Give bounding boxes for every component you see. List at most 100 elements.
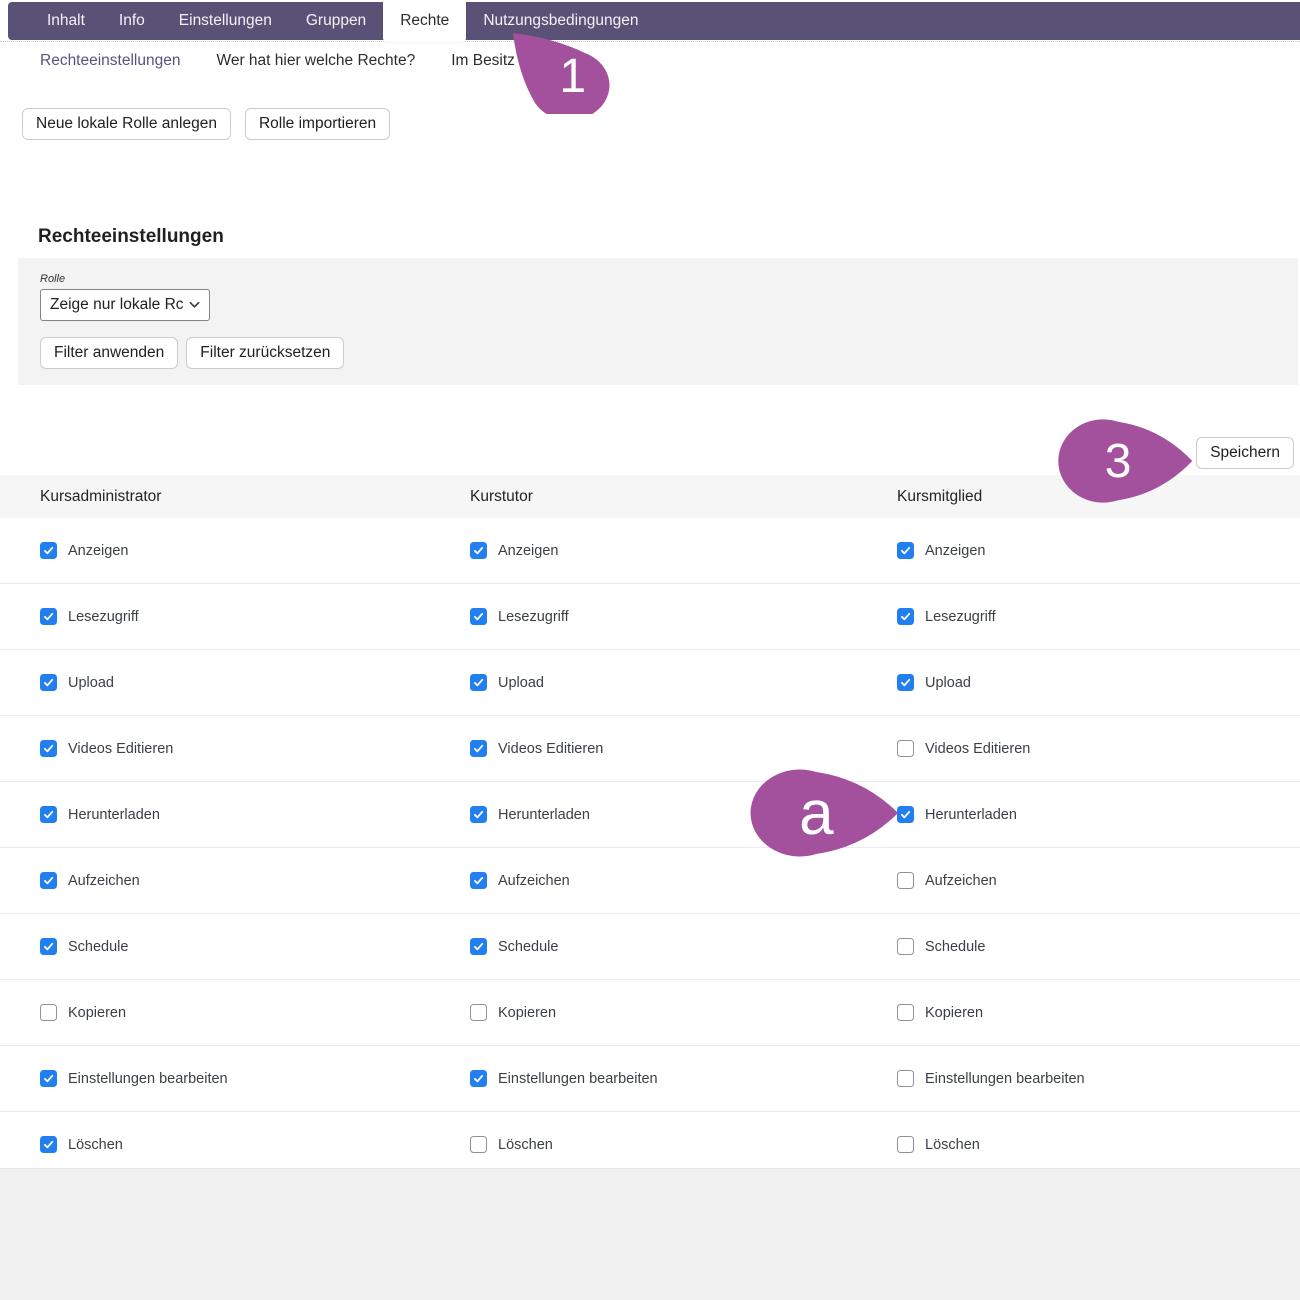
permission-label: Löschen [498, 1137, 553, 1153]
permission-cell: Upload [857, 674, 1300, 691]
checkbox-unchecked-icon[interactable] [897, 1004, 914, 1021]
permission-label: Löschen [68, 1137, 123, 1153]
checkbox-checked-icon[interactable] [897, 608, 914, 625]
permission-cell: Löschen [430, 1136, 857, 1153]
permission-label: Schedule [68, 939, 128, 955]
checkbox-checked-icon[interactable] [40, 1070, 57, 1087]
checkbox-checked-icon[interactable] [470, 872, 487, 889]
checkbox-checked-icon[interactable] [470, 740, 487, 757]
checkbox-checked-icon[interactable] [470, 608, 487, 625]
permission-cell: Anzeigen [430, 542, 857, 559]
permission-label: Upload [68, 675, 114, 691]
checkbox-checked-icon[interactable] [40, 740, 57, 757]
nav-tab-info[interactable]: Info [102, 2, 162, 40]
permission-cell: Kopieren [857, 1004, 1300, 1021]
permission-label: Einstellungen bearbeiten [498, 1071, 658, 1087]
save-button[interactable]: Speichern [1196, 437, 1294, 469]
checkbox-unchecked-icon[interactable] [470, 1004, 487, 1021]
permission-label: Löschen [925, 1137, 980, 1153]
checkbox-checked-icon[interactable] [897, 542, 914, 559]
permission-cell: Schedule [0, 938, 430, 955]
permission-label: Lesezugriff [68, 609, 139, 625]
permission-label: Upload [498, 675, 544, 691]
checkbox-checked-icon[interactable] [470, 542, 487, 559]
role-select[interactable]: Zeige nur lokale Rc [40, 289, 210, 321]
permission-label: Herunterladen [925, 807, 1017, 823]
checkbox-checked-icon[interactable] [470, 674, 487, 691]
permissions-column-header: Kurstutor [430, 488, 857, 506]
permission-cell: Einstellungen bearbeiten [857, 1070, 1300, 1087]
subnav-link[interactable]: Im Besitz [451, 52, 515, 70]
permission-label: Herunterladen [498, 807, 590, 823]
permission-cell: Herunterladen [0, 806, 430, 823]
nav-tab-rechte[interactable]: Rechte [383, 0, 466, 42]
checkbox-checked-icon[interactable] [40, 608, 57, 625]
checkbox-checked-icon[interactable] [40, 806, 57, 823]
checkbox-checked-icon[interactable] [470, 938, 487, 955]
permission-label: Aufzeichen [925, 873, 997, 889]
checkbox-checked-icon[interactable] [40, 542, 57, 559]
navbar-divider [0, 41, 1300, 42]
permission-row: Einstellungen bearbeiten Einstellungen be… [0, 1046, 1300, 1112]
permission-cell: Anzeigen [857, 542, 1300, 559]
import-role-button[interactable]: Rolle importieren [245, 108, 390, 140]
subnav-link[interactable]: Rechteeinstellungen [40, 52, 180, 70]
permission-label: Kopieren [498, 1005, 556, 1021]
filter-buttons: Filter anwenden Filter zurücksetzen [40, 337, 1298, 369]
permission-label: Aufzeichen [68, 873, 140, 889]
sub-navigation: Rechteeinstellungen Wer hat hier welche R… [40, 52, 515, 70]
checkbox-unchecked-icon[interactable] [897, 872, 914, 889]
permission-cell: Kopieren [430, 1004, 857, 1021]
checkbox-checked-icon[interactable] [40, 872, 57, 889]
checkbox-unchecked-icon[interactable] [470, 1136, 487, 1153]
permission-label: Schedule [498, 939, 558, 955]
nav-tab-nutzungsbedingungen[interactable]: Nutzungsbedingungen [466, 2, 655, 40]
checkbox-checked-icon[interactable] [40, 1136, 57, 1153]
permission-cell: Videos Editieren [0, 740, 430, 757]
checkbox-unchecked-icon[interactable] [897, 938, 914, 955]
permission-cell: Kopieren [0, 1004, 430, 1021]
checkbox-checked-icon[interactable] [470, 806, 487, 823]
checkbox-checked-icon[interactable] [897, 806, 914, 823]
permission-row: Kopieren Kopieren Kopieren [0, 980, 1300, 1046]
checkbox-checked-icon[interactable] [40, 674, 57, 691]
annotation-balloon-1: 1 [510, 30, 622, 114]
role-filter-label: Rolle [40, 273, 1298, 285]
permission-cell: Einstellungen bearbeiten [0, 1070, 430, 1087]
filter-reset-button[interactable]: Filter zurücksetzen [186, 337, 344, 369]
nav-tab-einstellungen[interactable]: Einstellungen [162, 2, 289, 40]
permission-row: Aufzeichen Aufzeichen Aufzeichen [0, 848, 1300, 914]
new-local-role-button[interactable]: Neue lokale Rolle anlegen [22, 108, 231, 140]
checkbox-unchecked-icon[interactable] [897, 1136, 914, 1153]
page-title: Rechteeinstellungen [38, 226, 224, 248]
permission-label: Videos Editieren [68, 741, 173, 757]
chevron-down-icon [189, 301, 200, 309]
permission-label: Kopieren [68, 1005, 126, 1021]
permission-label: Videos Editieren [925, 741, 1030, 757]
permission-row: Herunterladen Herunterladen Herunterladen [0, 782, 1300, 848]
permission-cell: Anzeigen [0, 542, 430, 559]
annotation-step-number: 1 [535, 41, 611, 112]
nav-tab-inhalt[interactable]: Inhalt [30, 2, 102, 40]
permission-label: Upload [925, 675, 971, 691]
permissions-header-row: KursadministratorKurstutorKursmitglied [0, 475, 1300, 519]
permission-cell: Videos Editieren [430, 740, 857, 757]
permission-cell: Upload [430, 674, 857, 691]
filter-apply-button[interactable]: Filter anwenden [40, 337, 178, 369]
nav-tab-gruppen[interactable]: Gruppen [289, 2, 383, 40]
permission-cell: Löschen [0, 1136, 430, 1153]
checkbox-checked-icon[interactable] [897, 674, 914, 691]
role-select-value: Zeige nur lokale Rc [50, 296, 184, 314]
checkbox-checked-icon[interactable] [40, 938, 57, 955]
footer-background [0, 1168, 1300, 1300]
permission-label: Einstellungen bearbeiten [68, 1071, 228, 1087]
permission-cell: Lesezugriff [857, 608, 1300, 625]
checkbox-unchecked-icon[interactable] [897, 1070, 914, 1087]
checkbox-unchecked-icon[interactable] [897, 740, 914, 757]
checkbox-checked-icon[interactable] [470, 1070, 487, 1087]
permission-label: Aufzeichen [498, 873, 570, 889]
permission-cell: Aufzeichen [430, 872, 857, 889]
permission-row: LesezugriffLesezugriffLesezugriff [0, 584, 1300, 650]
subnav-link[interactable]: Wer hat hier welche Rechte? [216, 52, 415, 70]
checkbox-unchecked-icon[interactable] [40, 1004, 57, 1021]
